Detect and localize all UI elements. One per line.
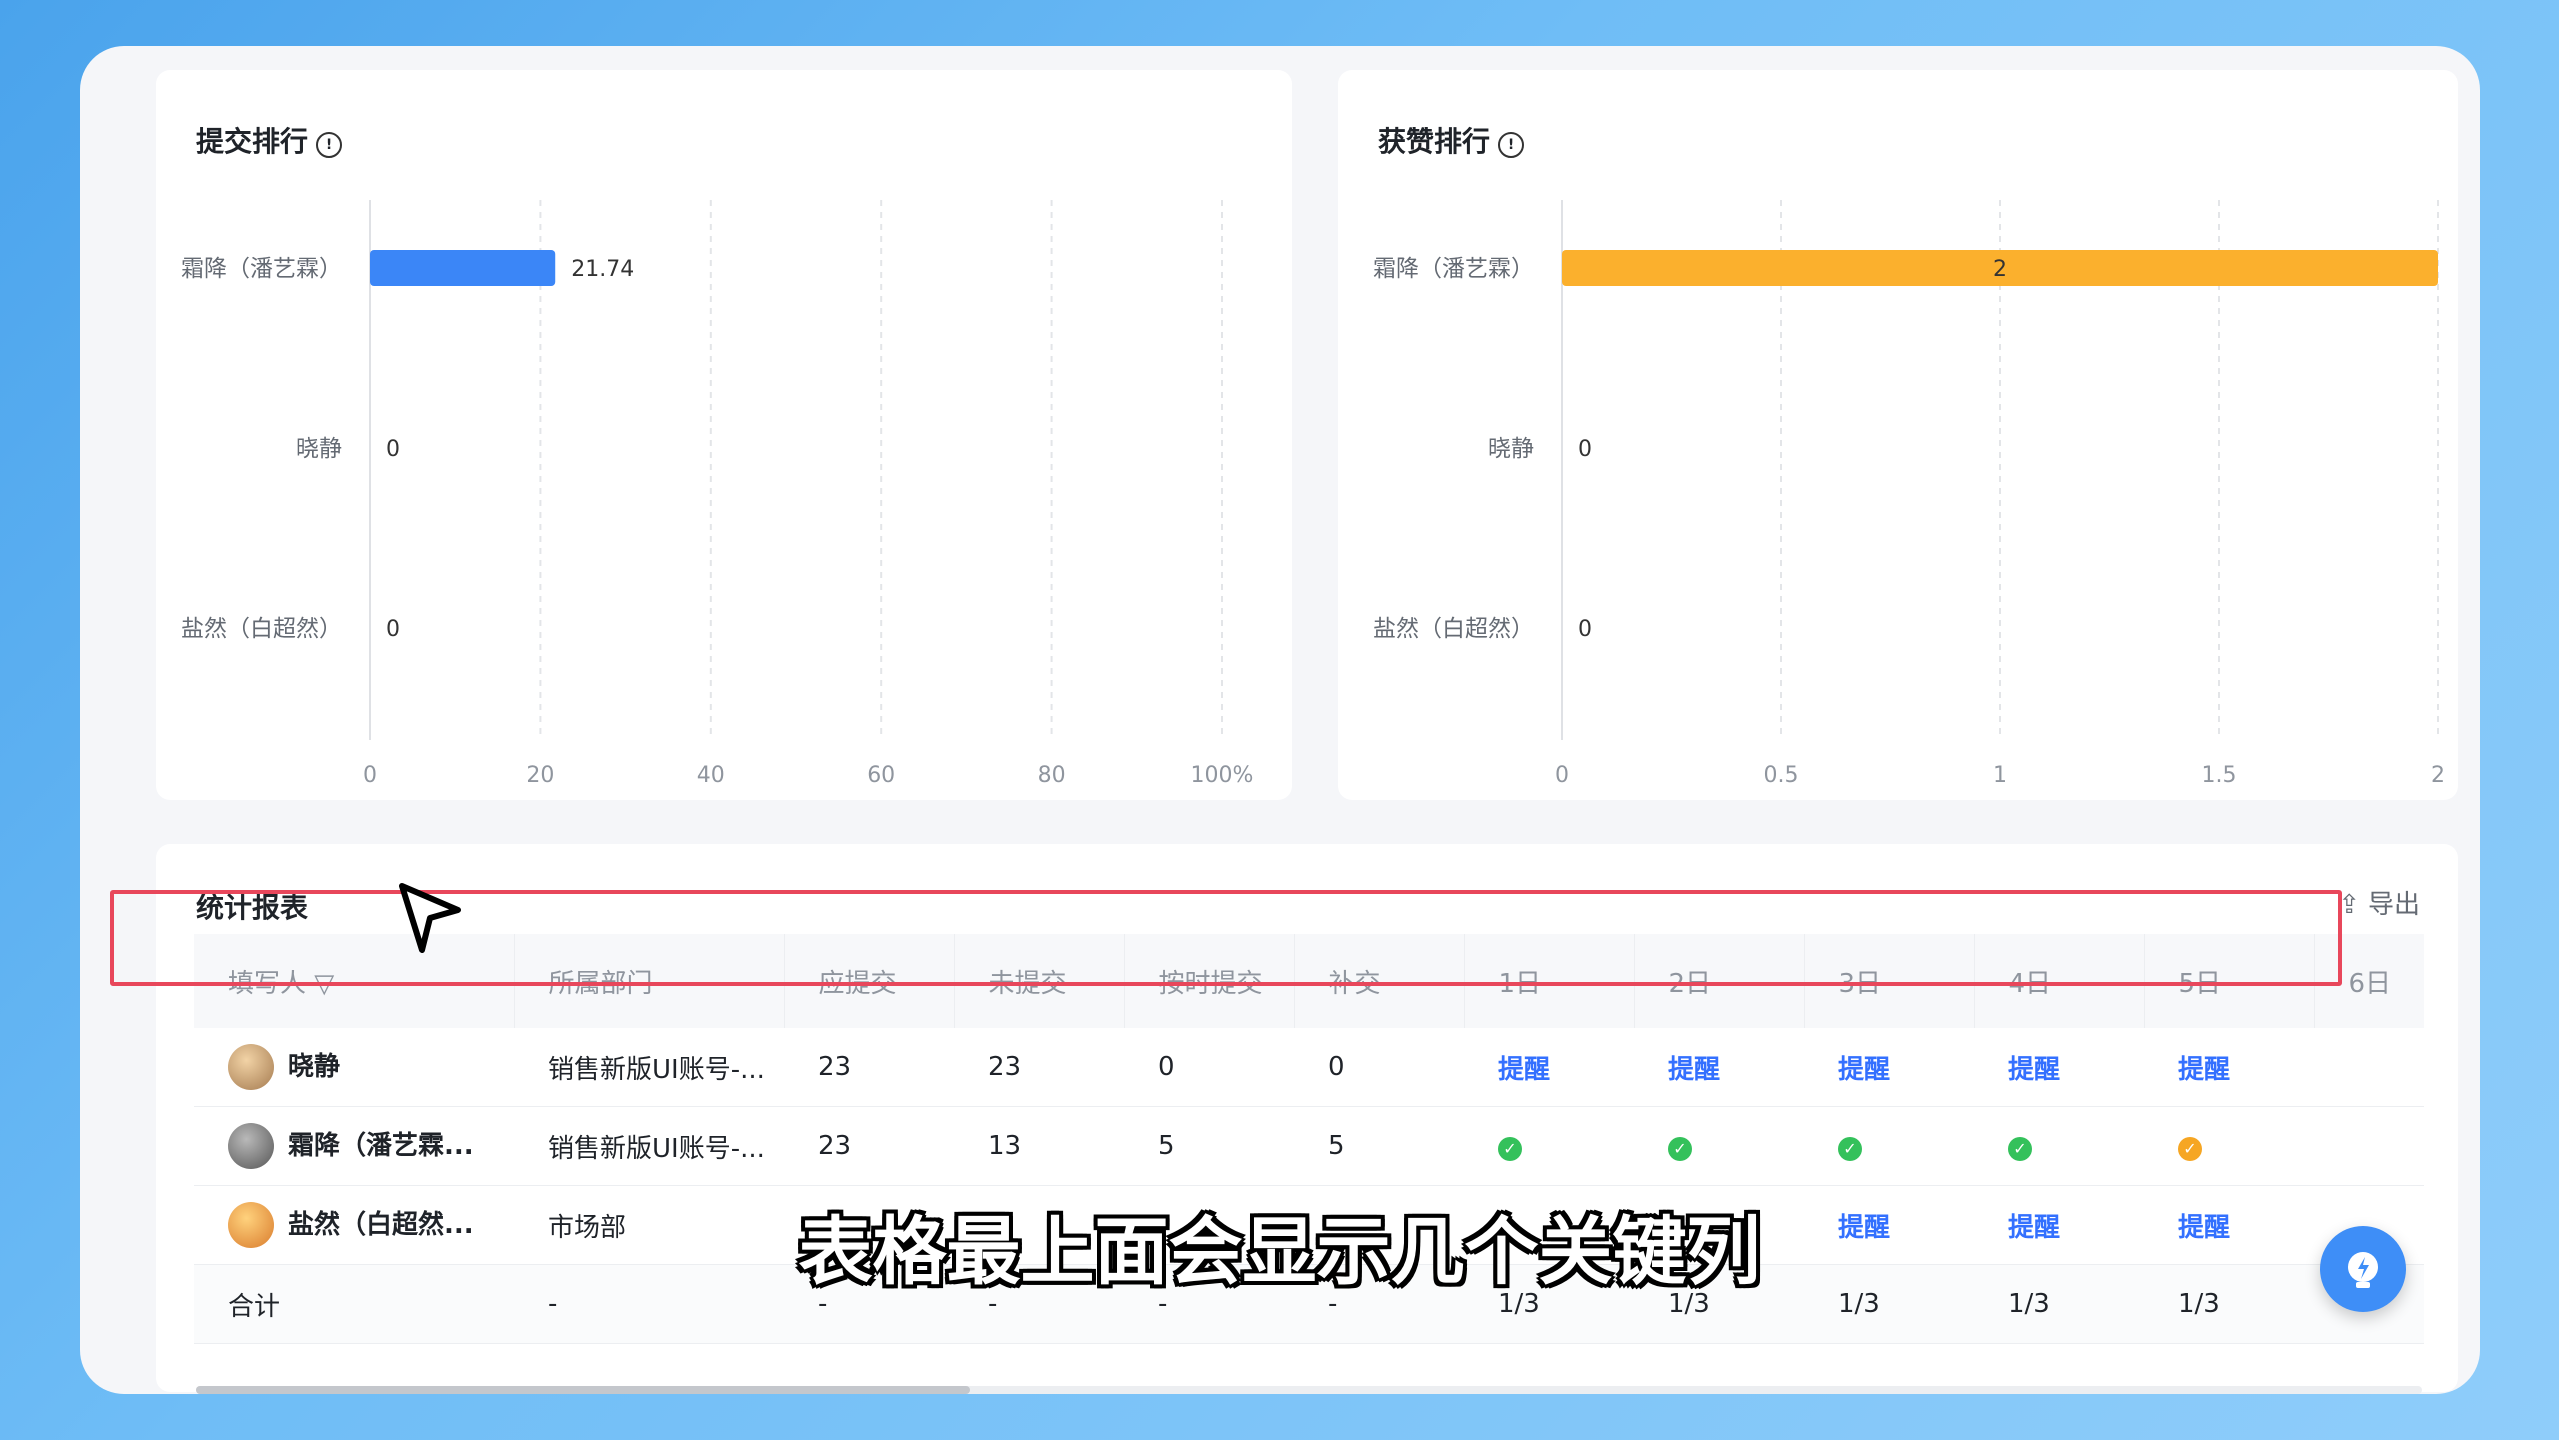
column-header[interactable]: 未提交 bbox=[954, 934, 1125, 1028]
upload-icon: ⇪ bbox=[2338, 890, 2360, 920]
late-submit-cell: 5 bbox=[1294, 1106, 1464, 1186]
remind-link[interactable]: 提醒 bbox=[2178, 1055, 2230, 1085]
column-header[interactable]: 6日 bbox=[2314, 934, 2424, 1028]
export-label: 导出 bbox=[2367, 890, 2420, 920]
check-circle-icon: ✓ bbox=[2178, 1137, 2202, 1161]
data-label: 21.74 bbox=[571, 257, 634, 282]
lightbulb-icon[interactable] bbox=[2320, 1226, 2406, 1312]
day-cell[interactable]: 提醒 bbox=[1634, 1028, 1804, 1107]
on-time-cell: 0 bbox=[1124, 1028, 1294, 1107]
data-label: 0 bbox=[386, 617, 400, 642]
filler-cell: 霜降（潘艺霖... bbox=[194, 1106, 514, 1186]
column-header[interactable]: 1日 bbox=[1464, 934, 1635, 1028]
x-tick-label: 60 bbox=[867, 763, 895, 788]
remind-link[interactable]: 提醒 bbox=[1668, 1055, 1720, 1085]
day-cell: ✓ bbox=[2144, 1106, 2314, 1186]
data-label: 0 bbox=[1578, 617, 1592, 642]
day-cell[interactable]: 提醒 bbox=[2144, 1028, 2314, 1107]
category-label: 晓静 bbox=[296, 436, 342, 462]
day-cell: ✓ bbox=[1634, 1106, 1804, 1186]
column-header[interactable]: 补交 bbox=[1294, 934, 1465, 1028]
day-cell[interactable]: 提醒 bbox=[1464, 1028, 1634, 1107]
x-tick-label: 40 bbox=[697, 763, 725, 788]
cursor-icon bbox=[399, 883, 461, 953]
category-label: 盐然（白超然） bbox=[1373, 616, 1534, 642]
day-cell bbox=[2314, 1028, 2424, 1107]
x-tick-label: 0 bbox=[363, 763, 377, 788]
not-submitted-cell: 13 bbox=[954, 1106, 1124, 1186]
statistics-report-card: 统计报表 ⇪ 导出 填写人 ▽ 所属部门 应提交 未提交 按时提交 补交 1日 2日 3日 4日 5日… bbox=[156, 844, 2458, 1392]
remind-link[interactable]: 提醒 bbox=[1498, 1055, 1550, 1085]
table-row: 霜降（潘艺霖... 销售新版UI账号-... 23 13 5 5 ✓ ✓ ✓ ✓ ✓ bbox=[194, 1106, 2424, 1186]
day-cell: ✓ bbox=[1974, 1106, 2144, 1186]
data-label: 2 bbox=[1993, 257, 2007, 282]
day-cell: ✓ bbox=[1804, 1106, 1974, 1186]
column-header[interactable]: 2日 bbox=[1634, 934, 1805, 1028]
department-cell: 销售新版UI账号-... bbox=[514, 1028, 784, 1107]
x-tick-label: 20 bbox=[526, 763, 554, 788]
scrollbar-thumb[interactable] bbox=[196, 1386, 970, 1394]
x-tick-label: 1.5 bbox=[2202, 763, 2237, 788]
check-circle-icon: ✓ bbox=[1668, 1137, 1692, 1161]
submission-ranking-card: 提交排行! 0 20 40 60 80 100% 霜降（潘艺霖） 21.74 晓静 0 盐然（白超然… bbox=[156, 70, 1292, 800]
table-row: 晓静 销售新版UI账号-... 23 23 0 0 提醒 提醒 提醒 提醒 提醒 bbox=[194, 1028, 2424, 1107]
column-header[interactable]: 所属部门 bbox=[514, 934, 785, 1028]
data-bar bbox=[370, 250, 556, 286]
category-label: 盐然（白超然） bbox=[181, 616, 342, 642]
likes-ranking-card: 获赞排行! 0 0.5 1 1.5 2 霜降（潘艺霖） 2 晓静 0 盐然（白超然） 0 bbox=[1338, 70, 2458, 800]
data-label: 0 bbox=[1578, 437, 1592, 462]
x-tick-label: 80 bbox=[1038, 763, 1066, 788]
x-tick-label: 100% bbox=[1191, 763, 1254, 788]
should-submit-cell: 23 bbox=[784, 1106, 954, 1186]
submission-bar-chart: 0 20 40 60 80 100% 霜降（潘艺霖） 21.74 晓静 0 盐然（白超然） 0 bbox=[181, 200, 1254, 788]
data-label: 0 bbox=[386, 437, 400, 462]
likes-bar-chart: 0 0.5 1 1.5 2 霜降（潘艺霖） 2 晓静 0 盐然（白超然） 0 bbox=[1373, 200, 2445, 788]
day-cell[interactable]: 提醒 bbox=[1804, 1028, 1974, 1107]
should-submit-cell: 23 bbox=[784, 1028, 954, 1107]
report-table-wrap[interactable]: 填写人 ▽ 所属部门 应提交 未提交 按时提交 补交 1日 2日 3日 4日 5日 6日 晓静 销售新版… bbox=[194, 934, 2424, 1364]
lightbulb-icon-glyph bbox=[2348, 1252, 2378, 1288]
export-button[interactable]: ⇪ 导出 bbox=[2338, 884, 2420, 921]
not-submitted-cell: 23 bbox=[954, 1028, 1124, 1107]
category-label: 霜降（潘艺霖） bbox=[1373, 256, 1534, 282]
filler-cell: 晓静 bbox=[194, 1028, 514, 1107]
horizontal-scrollbar[interactable] bbox=[196, 1386, 2422, 1394]
column-header[interactable]: 4日 bbox=[1974, 934, 2145, 1028]
remind-link[interactable]: 提醒 bbox=[2008, 1055, 2060, 1085]
x-tick-label: 1 bbox=[1993, 763, 2007, 788]
check-circle-icon: ✓ bbox=[2008, 1137, 2032, 1161]
x-tick-label: 2 bbox=[2431, 763, 2445, 788]
column-header[interactable]: 应提交 bbox=[784, 934, 955, 1028]
check-circle-icon: ✓ bbox=[1838, 1137, 1862, 1161]
video-subtitle: 表格最上面会显示几个关键列 bbox=[798, 1209, 1761, 1295]
column-header[interactable]: 3日 bbox=[1804, 934, 1975, 1028]
table-header-row: 填写人 ▽ 所属部门 应提交 未提交 按时提交 补交 1日 2日 3日 4日 5日 6日 bbox=[194, 934, 2424, 1028]
column-header[interactable]: 按时提交 bbox=[1124, 934, 1295, 1028]
avatar bbox=[228, 1123, 274, 1169]
x-tick-label: 0.5 bbox=[1764, 763, 1799, 788]
user-name: 霜降（潘艺霖... bbox=[288, 1130, 474, 1161]
x-tick-label: 0 bbox=[1555, 763, 1569, 788]
day-cell[interactable]: 提醒 bbox=[1974, 1028, 2144, 1107]
column-header[interactable]: 5日 bbox=[2144, 934, 2315, 1028]
check-circle-icon: ✓ bbox=[1498, 1137, 1522, 1161]
avatar bbox=[228, 1044, 274, 1090]
category-label: 晓静 bbox=[1488, 436, 1534, 462]
late-submit-cell: 0 bbox=[1294, 1028, 1464, 1107]
department-cell: 销售新版UI账号-... bbox=[514, 1106, 784, 1186]
day-cell: ✓ bbox=[1464, 1106, 1634, 1186]
filter-icon[interactable]: ▽ bbox=[306, 969, 334, 999]
on-time-cell: 5 bbox=[1124, 1106, 1294, 1186]
report-title: 统计报表 bbox=[196, 891, 309, 924]
day-cell bbox=[2314, 1106, 2424, 1186]
column-header[interactable]: 填写人 ▽ bbox=[194, 934, 515, 1028]
user-name: 晓静 bbox=[288, 1051, 341, 1082]
remind-link[interactable]: 提醒 bbox=[1838, 1055, 1890, 1085]
category-label: 霜降（潘艺霖） bbox=[181, 256, 342, 282]
